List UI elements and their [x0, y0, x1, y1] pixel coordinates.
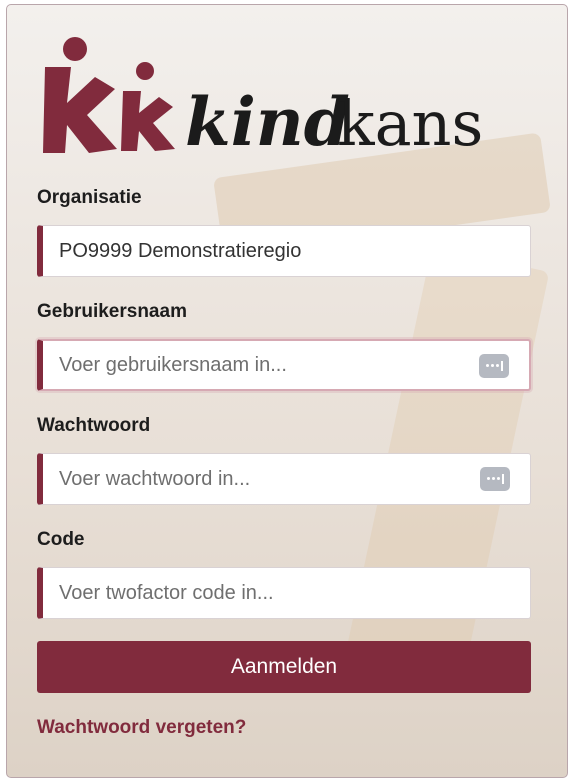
- wachtwoord-field-wrapper: [37, 453, 531, 505]
- login-form: Organisatie PO9999 Demonstratieregio Geb…: [37, 185, 531, 739]
- code-input[interactable]: [59, 568, 459, 618]
- gebruikersnaam-field-wrapper: [37, 339, 531, 391]
- logo-text-kind: kind: [185, 83, 350, 161]
- aanmelden-button[interactable]: Aanmelden: [37, 641, 531, 693]
- organisatie-group: Organisatie PO9999 Demonstratieregio: [37, 185, 531, 277]
- wachtwoord-group: Wachtwoord: [37, 413, 531, 505]
- code-field-wrapper: [37, 567, 531, 619]
- kindkans-logo: kind kans: [43, 37, 483, 161]
- kindkans-logo-mark: [43, 37, 175, 153]
- code-label: Code: [37, 529, 85, 550]
- password-manager-icon[interactable]: [480, 467, 510, 491]
- organisatie-label: Organisatie: [37, 187, 142, 208]
- login-panel: kind kans Organisatie PO9999 Demonstrati…: [6, 4, 568, 778]
- gebruikersnaam-input[interactable]: [59, 341, 459, 389]
- gebruikersnaam-group: Gebruikersnaam: [37, 299, 531, 391]
- organisatie-value: PO9999 Demonstratieregio: [59, 240, 302, 262]
- wachtwoord-input[interactable]: [59, 454, 459, 504]
- organisatie-field[interactable]: PO9999 Demonstratieregio: [37, 225, 531, 277]
- password-manager-icon[interactable]: [479, 354, 509, 378]
- wachtwoord-label: Wachtwoord: [37, 415, 151, 436]
- gebruikersnaam-label: Gebruikersnaam: [37, 301, 187, 322]
- logo-text-kans: kans: [337, 87, 483, 160]
- wachtwoord-vergeten-link[interactable]: Wachtwoord vergeten?: [37, 717, 531, 739]
- code-group: Code: [37, 527, 531, 619]
